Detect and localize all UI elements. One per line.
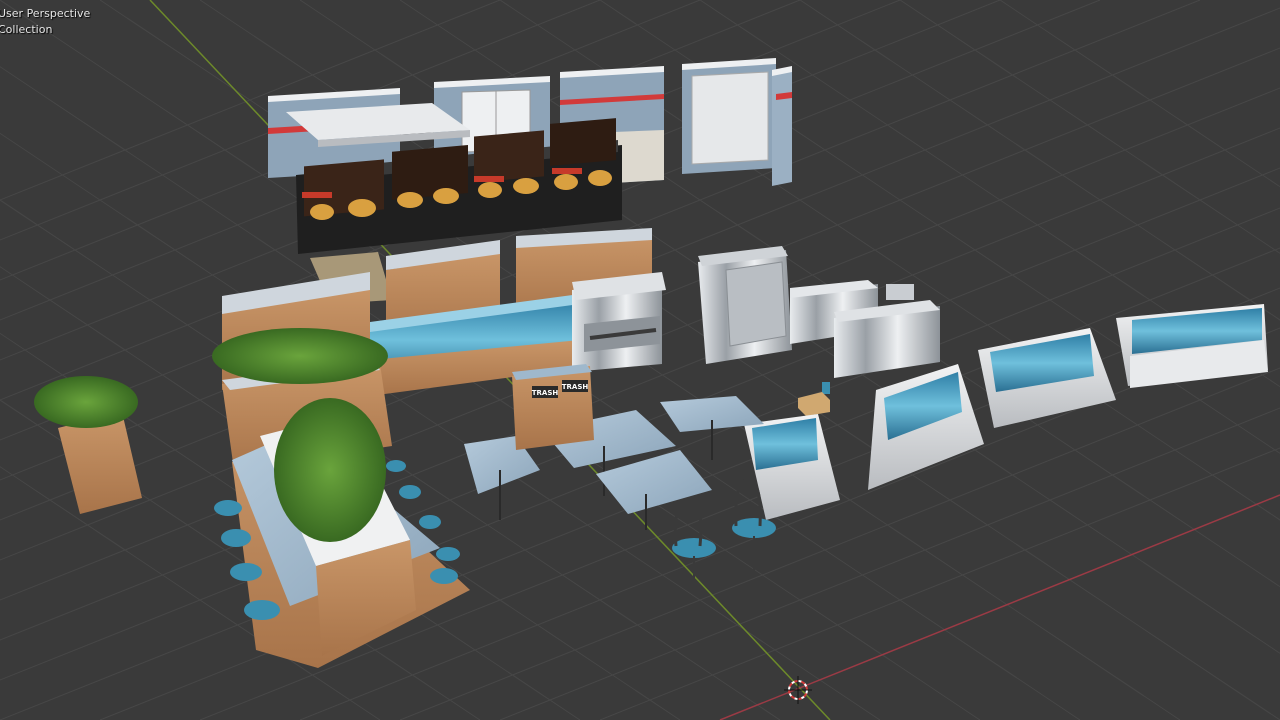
trash-label-2: TRASH — [562, 383, 589, 391]
table-1[interactable] — [464, 436, 540, 520]
table-4[interactable] — [596, 450, 712, 530]
prep-counter[interactable] — [790, 280, 940, 378]
scene-render[interactable]: TRASH TRASH — [0, 0, 1280, 720]
collection-label: Collection — [0, 23, 53, 36]
trash-bin[interactable]: TRASH TRASH — [512, 364, 594, 450]
refrigerator[interactable] — [698, 246, 792, 364]
communal-table[interactable] — [232, 398, 470, 668]
booth-seat-corner[interactable] — [868, 364, 984, 490]
3d-viewport[interactable]: TRASH TRASH User Perspective Collection — [0, 0, 1280, 720]
drink-cup[interactable] — [822, 382, 830, 394]
booth-seat-large[interactable] — [1116, 304, 1268, 388]
food-warmer-station[interactable] — [572, 272, 666, 372]
view-mode-label: User Perspective — [0, 7, 91, 20]
trash-label-1: TRASH — [532, 389, 559, 397]
booth-seat-medium[interactable] — [978, 328, 1116, 428]
3d-cursor[interactable] — [784, 676, 812, 704]
planter-standalone[interactable] — [34, 376, 142, 514]
cardboard-box[interactable] — [798, 392, 830, 416]
x-axis-line — [719, 494, 1280, 720]
chair-1[interactable] — [672, 498, 716, 584]
